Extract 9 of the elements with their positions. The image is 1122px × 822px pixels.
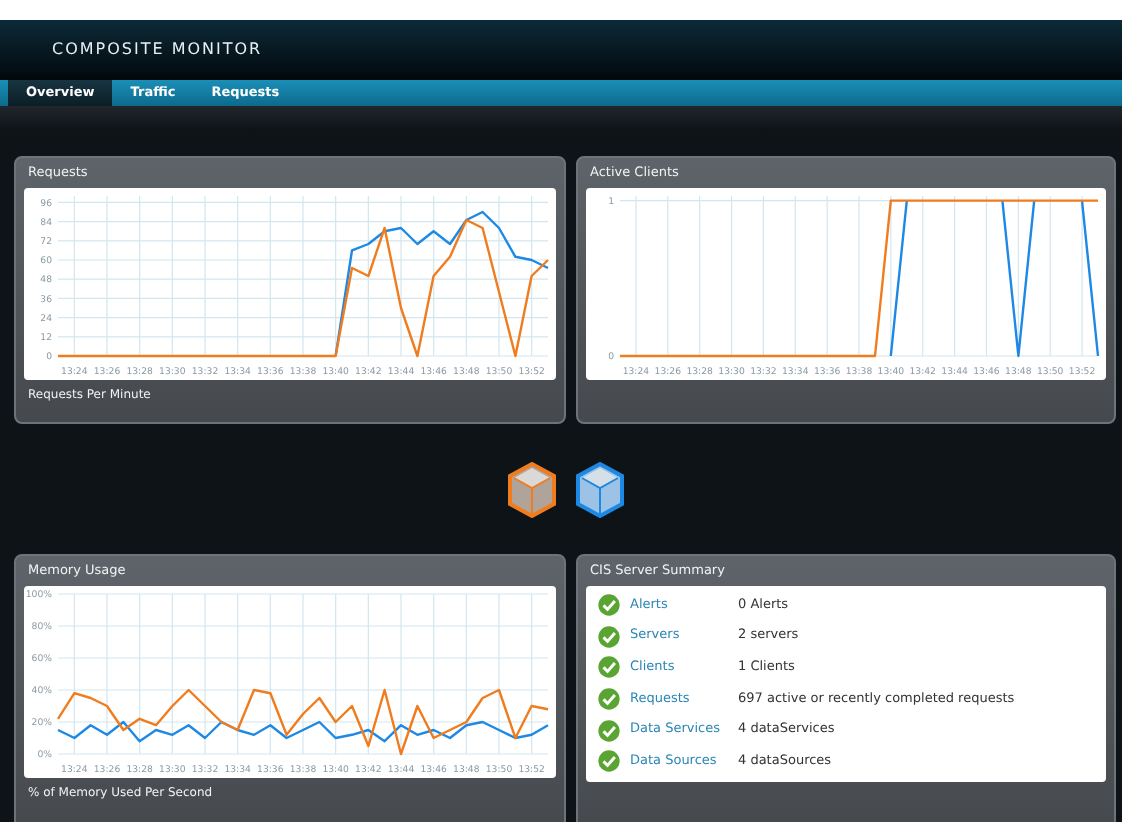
check-icon	[598, 656, 620, 679]
app-title: COMPOSITE MONITOR	[52, 38, 263, 62]
check-icon	[598, 719, 620, 742]
cube-icon	[505, 461, 557, 517]
cube-icon	[573, 461, 625, 517]
check-icon	[598, 594, 620, 617]
check-icon	[598, 688, 620, 711]
check-icon	[598, 625, 620, 648]
check-icon	[598, 750, 620, 773]
